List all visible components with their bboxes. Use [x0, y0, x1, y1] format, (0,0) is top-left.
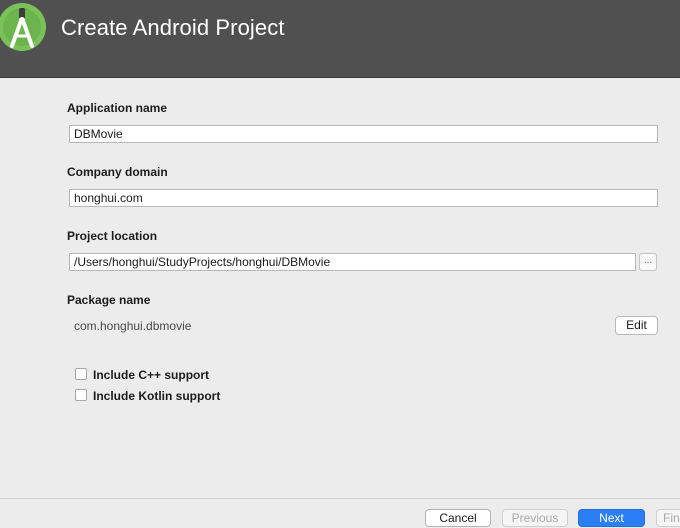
finish-button[interactable]: Finish — [656, 509, 680, 527]
app-name-label: Application name — [67, 101, 168, 115]
kotlin-support-checkbox[interactable] — [75, 389, 87, 401]
app-name-input[interactable] — [69, 125, 658, 143]
browse-location-button[interactable]: ... — [639, 253, 657, 271]
package-name-label: Package name — [67, 293, 151, 307]
cpp-support-label: Include C++ support — [93, 368, 210, 382]
cpp-support-checkbox[interactable] — [75, 368, 87, 380]
next-button[interactable]: Next — [578, 509, 645, 527]
page-title: Create Android Project — [61, 15, 285, 40]
cancel-button[interactable]: Cancel — [425, 509, 491, 527]
company-domain-label: Company domain — [67, 165, 168, 179]
android-studio-logo-icon — [0, 3, 46, 51]
edit-package-button[interactable]: Edit — [615, 316, 658, 335]
package-name-value: com.honghui.dbmovie — [74, 319, 192, 333]
project-location-input[interactable] — [69, 253, 636, 271]
project-location-label: Project location — [67, 229, 158, 243]
company-domain-input[interactable] — [69, 189, 658, 207]
wizard-header: Create Android Project — [0, 0, 680, 78]
kotlin-support-label: Include Kotlin support — [93, 389, 221, 403]
previous-button[interactable]: Previous — [502, 509, 568, 527]
